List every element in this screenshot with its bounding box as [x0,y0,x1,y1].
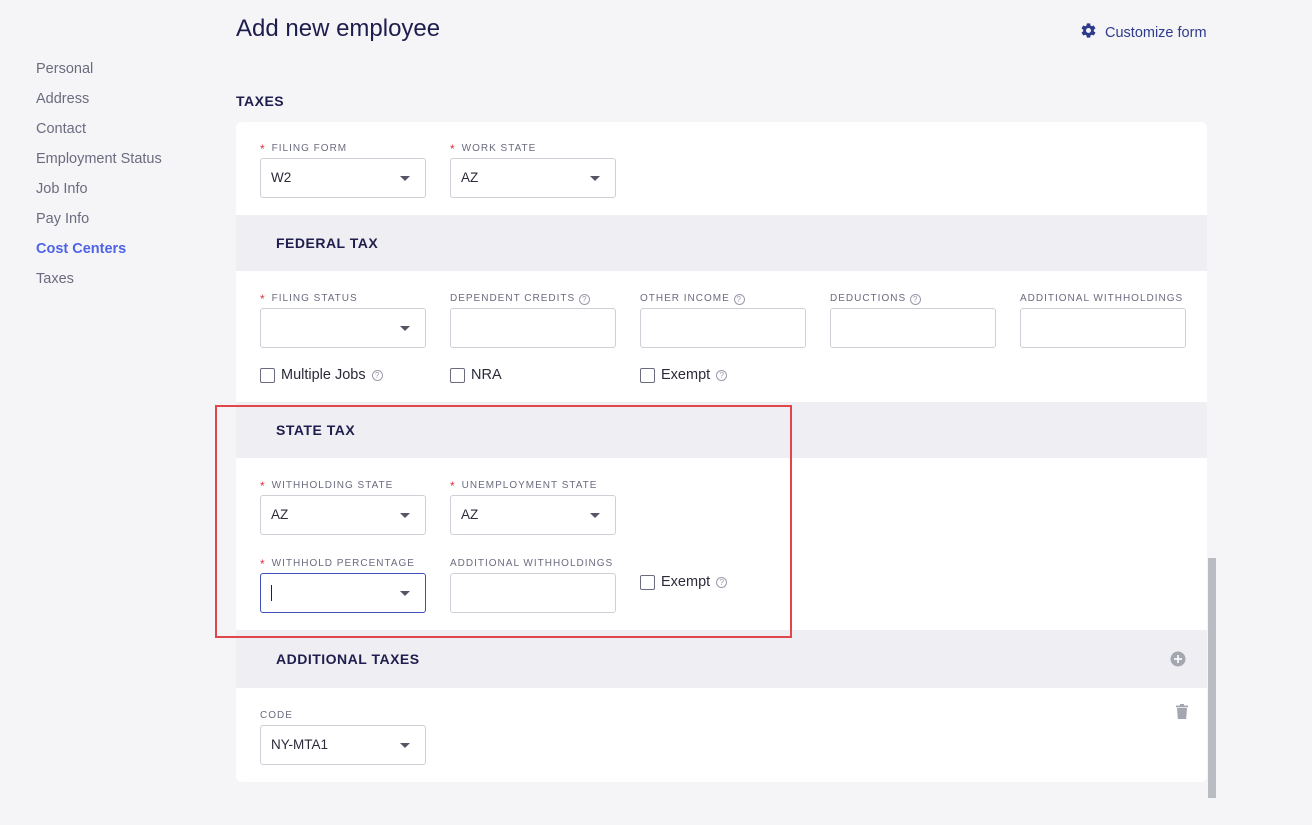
filing-status-field: * FILING STATUS [260,292,426,348]
dependent-credits-label: DEPENDENT CREDITS [450,293,576,304]
help-icon[interactable]: ? [733,293,745,305]
customize-form-label: Customize form [1105,24,1207,41]
unemployment-state-label: UNEMPLOYMENT STATE [461,480,598,491]
other-income-input[interactable] [640,308,806,348]
sidebar-item-taxes[interactable]: Taxes [36,268,206,298]
sidebar-item-pay-info[interactable]: Pay Info [36,208,206,238]
federal-tax-title: FEDERAL TAX [276,235,379,251]
nra-checkbox[interactable]: NRA [450,367,502,383]
code-value: NY-MTA1 [271,737,329,752]
trash-icon[interactable] [1176,704,1188,724]
required-marker: * [450,142,456,156]
chevron-down-icon [400,743,410,748]
chevron-down-icon [590,513,600,518]
sidebar-item-job-info[interactable]: Job Info [36,178,206,208]
state-additional-withholdings-label: ADDITIONAL WITHHOLDINGS [450,558,614,569]
deductions-field: DEDUCTIONS? [830,292,996,348]
page-title: Add new employee [236,15,441,42]
checkbox-box[interactable] [640,367,655,383]
nra-label: NRA [471,367,502,383]
chevron-down-icon [400,513,410,518]
federal-additional-withholdings-input[interactable] [1020,308,1186,348]
required-marker: * [260,479,266,493]
help-icon[interactable]: ? [579,293,591,305]
required-marker: * [260,142,266,156]
code-field: CODE NY-MTA1 [260,709,426,765]
multiple-jobs-label: Multiple Jobs [281,367,366,383]
withhold-percentage-field: * WITHHOLD PERCENTAGE [260,557,426,613]
sidebar-item-employment-status[interactable]: Employment Status [36,148,206,178]
scrollbar-thumb[interactable] [1208,558,1216,798]
checkbox-box[interactable] [640,574,655,590]
filing-status-select[interactable] [260,308,426,348]
federal-additional-withholdings-label: ADDITIONAL WITHHOLDINGS [1020,293,1184,304]
state-exempt-label: Exempt [661,574,711,590]
additional-taxes-header: ADDITIONAL TAXES [236,630,1207,688]
unemployment-state-value: AZ [461,507,479,522]
sidebar-item-cost-centers[interactable]: Cost Centers [36,238,206,268]
sidebar-nav: Personal Address Contact Employment Stat… [36,58,206,298]
code-select[interactable]: NY-MTA1 [260,725,426,765]
customize-form-button[interactable]: Customize form [1080,22,1207,43]
work-state-value: AZ [461,170,479,185]
withholding-state-select[interactable]: AZ [260,495,426,535]
filing-form-label: FILING FORM [271,143,348,154]
federal-exempt-label: Exempt [661,367,711,383]
withhold-percentage-label: WITHHOLD PERCENTAGE [271,558,415,569]
chevron-down-icon [400,591,410,596]
help-icon[interactable]: ? [910,293,922,305]
work-state-select[interactable]: AZ [450,158,616,198]
work-state-label: WORK STATE [461,143,537,154]
section-title-taxes: TAXES [236,93,285,109]
multiple-jobs-checkbox[interactable]: Multiple Jobs ? [260,367,383,383]
required-marker: * [260,557,266,571]
withholding-state-value: AZ [271,507,289,522]
code-label: CODE [260,710,293,721]
checkbox-box[interactable] [260,367,275,383]
withholding-state-label: WITHHOLDING STATE [271,480,394,491]
additional-taxes-title: ADDITIONAL TAXES [276,651,420,667]
required-marker: * [450,479,456,493]
state-tax-header: STATE TAX [236,402,1207,458]
federal-tax-header: FEDERAL TAX [236,215,1207,271]
state-tax-title: STATE TAX [276,422,356,438]
sidebar-item-address[interactable]: Address [36,88,206,118]
federal-exempt-checkbox[interactable]: Exempt ? [640,367,728,383]
chevron-down-icon [590,176,600,181]
unemployment-state-select[interactable]: AZ [450,495,616,535]
dependent-credits-field: DEPENDENT CREDITS? [450,292,616,348]
unemployment-state-field: * UNEMPLOYMENT STATE AZ [450,479,616,535]
filing-form-field: * FILING FORM W2 [260,142,426,198]
work-state-field: * WORK STATE AZ [450,142,616,198]
help-icon[interactable]: ? [716,576,728,588]
state-additional-withholdings-field: ADDITIONAL WITHHOLDINGS [450,557,616,613]
federal-additional-withholdings-field: ADDITIONAL WITHHOLDINGS [1020,292,1186,348]
sidebar-item-contact[interactable]: Contact [36,118,206,148]
filing-form-value: W2 [271,170,292,185]
state-exempt-checkbox[interactable]: Exempt ? [640,574,728,590]
chevron-down-icon [400,326,410,331]
help-icon[interactable]: ? [716,369,728,381]
deductions-label: DEDUCTIONS [830,293,907,304]
state-additional-withholdings-input[interactable] [450,573,616,613]
text-cursor [271,585,272,602]
filing-status-label: FILING STATUS [271,293,358,304]
gear-icon [1080,22,1097,43]
sidebar-item-personal[interactable]: Personal [36,58,206,88]
taxes-card: * FILING FORM W2 * WORK STATE AZ FEDERAL T… [236,122,1207,782]
plus-circle-icon[interactable] [1170,651,1186,672]
other-income-field: OTHER INCOME? [640,292,806,348]
checkbox-box[interactable] [450,367,465,383]
withholding-state-field: * WITHHOLDING STATE AZ [260,479,426,535]
required-marker: * [260,292,266,306]
chevron-down-icon [400,176,410,181]
deductions-input[interactable] [830,308,996,348]
dependent-credits-input[interactable] [450,308,616,348]
filing-form-select[interactable]: W2 [260,158,426,198]
other-income-label: OTHER INCOME [640,293,730,304]
withhold-percentage-select[interactable] [260,573,426,613]
help-icon[interactable]: ? [371,369,383,381]
